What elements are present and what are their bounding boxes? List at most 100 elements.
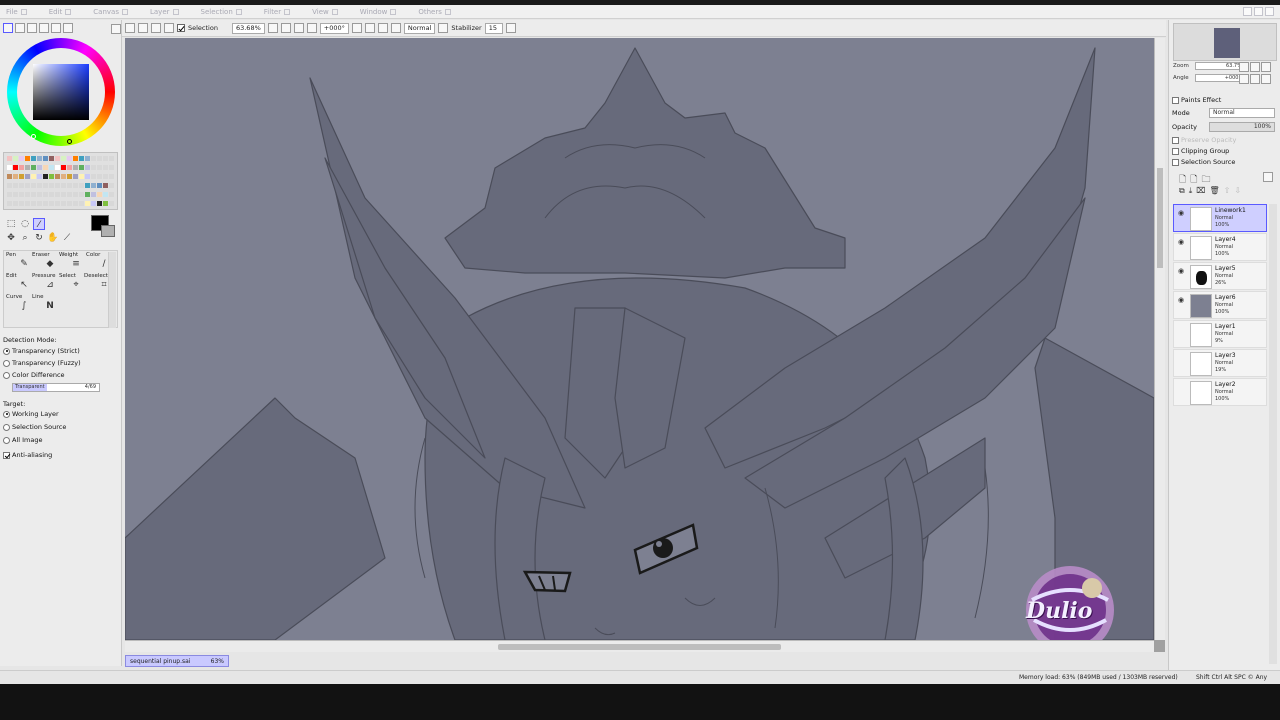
- swatch-tab-icon[interactable]: [39, 23, 49, 33]
- nav-zoom-in-icon[interactable]: [1250, 62, 1260, 72]
- palette-swatch[interactable]: [37, 192, 42, 197]
- palette-swatch[interactable]: [55, 201, 60, 206]
- palette-swatch[interactable]: [97, 192, 102, 197]
- palette-swatch[interactable]: [91, 192, 96, 197]
- palette-swatch[interactable]: [103, 192, 108, 197]
- visibility-eye-icon[interactable]: [1176, 382, 1186, 392]
- clear-layer-icon[interactable]: ⌧: [1196, 186, 1205, 196]
- palette-swatch[interactable]: [19, 174, 24, 179]
- panel-close-icon[interactable]: [111, 24, 121, 34]
- palette-swatch[interactable]: [79, 183, 84, 188]
- zoom-in-icon[interactable]: [280, 23, 291, 33]
- color-mix-tab-icon[interactable]: [63, 23, 73, 33]
- visibility-eye-icon[interactable]: [1176, 324, 1186, 334]
- palette-swatch[interactable]: [37, 165, 42, 170]
- visibility-eye-icon[interactable]: ◉: [1176, 266, 1186, 276]
- navigator-thumbnail[interactable]: [1173, 23, 1277, 61]
- saturation-value-square[interactable]: [33, 64, 89, 120]
- menu-edit[interactable]: Edit: [49, 8, 72, 16]
- palette-swatch[interactable]: [7, 156, 12, 161]
- merge-down-icon[interactable]: ⤓: [1189, 186, 1193, 196]
- layer-mode-select[interactable]: Normal: [1209, 108, 1275, 118]
- layer-down-icon[interactable]: ⇩: [1234, 186, 1241, 196]
- pressure-tool-icon[interactable]: ⊿: [44, 279, 56, 291]
- palette-swatch[interactable]: [43, 156, 48, 161]
- layer-opacity-slider[interactable]: 100%: [1209, 122, 1275, 132]
- rgb-slider-tab-icon[interactable]: [15, 23, 25, 33]
- layer-list-scrollbar[interactable]: [1269, 204, 1277, 664]
- palette-swatch[interactable]: [7, 192, 12, 197]
- mode-icon[interactable]: [438, 23, 449, 33]
- palette-swatch[interactable]: [25, 174, 30, 179]
- palette-swatch[interactable]: [79, 174, 84, 179]
- tool-grid-scrollbar[interactable]: [108, 252, 116, 328]
- angle-field[interactable]: +000°: [319, 22, 349, 34]
- palette-swatch[interactable]: [97, 156, 102, 161]
- palette-swatch[interactable]: [67, 165, 72, 170]
- delete-layer-icon[interactable]: 🗑: [1209, 186, 1219, 196]
- detection-strict-option[interactable]: Transparency (Strict): [3, 347, 80, 355]
- checkbox-icon[interactable]: [1172, 147, 1179, 155]
- palette-swatch[interactable]: [43, 165, 48, 170]
- palette-swatch[interactable]: [91, 165, 96, 170]
- radio-icon[interactable]: [3, 436, 10, 444]
- checkbox-icon[interactable]: [1172, 136, 1179, 144]
- blend-mode-select[interactable]: Normal: [403, 22, 436, 34]
- palette-swatch[interactable]: [49, 201, 54, 206]
- palette-swatch[interactable]: [85, 165, 90, 170]
- palette-swatch[interactable]: [31, 192, 36, 197]
- checkbox-icon[interactable]: [1172, 158, 1179, 166]
- palette-swatch[interactable]: [55, 183, 60, 188]
- selection-source-option[interactable]: Selection Source: [1172, 158, 1235, 166]
- nav-rotate-reset-icon[interactable]: [1261, 74, 1271, 84]
- palette-swatch[interactable]: [79, 201, 84, 206]
- layer-row[interactable]: ◉ Layer6 Normal 100%: [1173, 291, 1267, 319]
- palette-swatch[interactable]: [7, 183, 12, 188]
- palette-swatch[interactable]: [13, 156, 18, 161]
- palette-swatch[interactable]: [37, 156, 42, 161]
- palette-swatch[interactable]: [13, 201, 18, 206]
- copy-layer-icon[interactable]: ⧉: [1179, 186, 1185, 196]
- palette-swatch[interactable]: [43, 174, 48, 179]
- canvas-vertical-scrollbar[interactable]: [1154, 38, 1165, 640]
- lasso-tool-icon[interactable]: ◌: [19, 218, 31, 230]
- curve-tool-icon[interactable]: ∫: [18, 300, 30, 312]
- palette-swatch[interactable]: [13, 192, 18, 197]
- palette-swatch[interactable]: [37, 201, 42, 206]
- palette-swatch[interactable]: [19, 192, 24, 197]
- palette-swatch[interactable]: [67, 192, 72, 197]
- menu-view[interactable]: View: [312, 8, 338, 16]
- palette-swatch[interactable]: [19, 156, 24, 161]
- palette-swatch[interactable]: [31, 183, 36, 188]
- palette-swatch[interactable]: [31, 156, 36, 161]
- palette-swatch[interactable]: [19, 165, 24, 170]
- rotate-right-icon[interactable]: [364, 23, 375, 33]
- palette-swatch[interactable]: [49, 165, 54, 170]
- palette-swatch[interactable]: [49, 192, 54, 197]
- move-tool-icon[interactable]: ✥: [5, 232, 17, 244]
- pen-tool-icon[interactable]: ✎: [18, 258, 30, 270]
- palette-swatch[interactable]: [103, 183, 108, 188]
- palette-swatch[interactable]: [49, 156, 54, 161]
- scratchpad-tab-icon[interactable]: [51, 23, 61, 33]
- edit-tool-icon[interactable]: ↖: [18, 279, 30, 291]
- palette-swatch[interactable]: [73, 192, 78, 197]
- magic-wand-tool-icon[interactable]: ⁄: [33, 218, 45, 230]
- visibility-eye-icon[interactable]: ◉: [1176, 295, 1186, 305]
- marquee-tool-icon[interactable]: ⬚: [5, 218, 17, 230]
- selection-checkbox[interactable]: [177, 24, 185, 32]
- palette-swatch[interactable]: [97, 174, 102, 179]
- rotate-tool-icon[interactable]: ↻: [33, 232, 45, 244]
- color-wheel-tab-icon[interactable]: [3, 23, 13, 33]
- layer-row[interactable]: Layer3 Normal 19%: [1173, 349, 1267, 377]
- palette-swatch[interactable]: [109, 165, 114, 170]
- nav-rotate-left-icon[interactable]: [1239, 74, 1249, 84]
- preserve-opacity-option[interactable]: Preserve Opacity: [1172, 136, 1236, 144]
- palette-swatch[interactable]: [73, 156, 78, 161]
- palette-swatch[interactable]: [91, 174, 96, 179]
- close-icon[interactable]: [1265, 7, 1274, 16]
- horizontal-scroll-thumb[interactable]: [498, 644, 781, 650]
- menu-canvas[interactable]: Canvas: [93, 8, 128, 16]
- menu-file[interactable]: File: [6, 8, 27, 16]
- clipping-group-option[interactable]: Clipping Group: [1172, 147, 1229, 155]
